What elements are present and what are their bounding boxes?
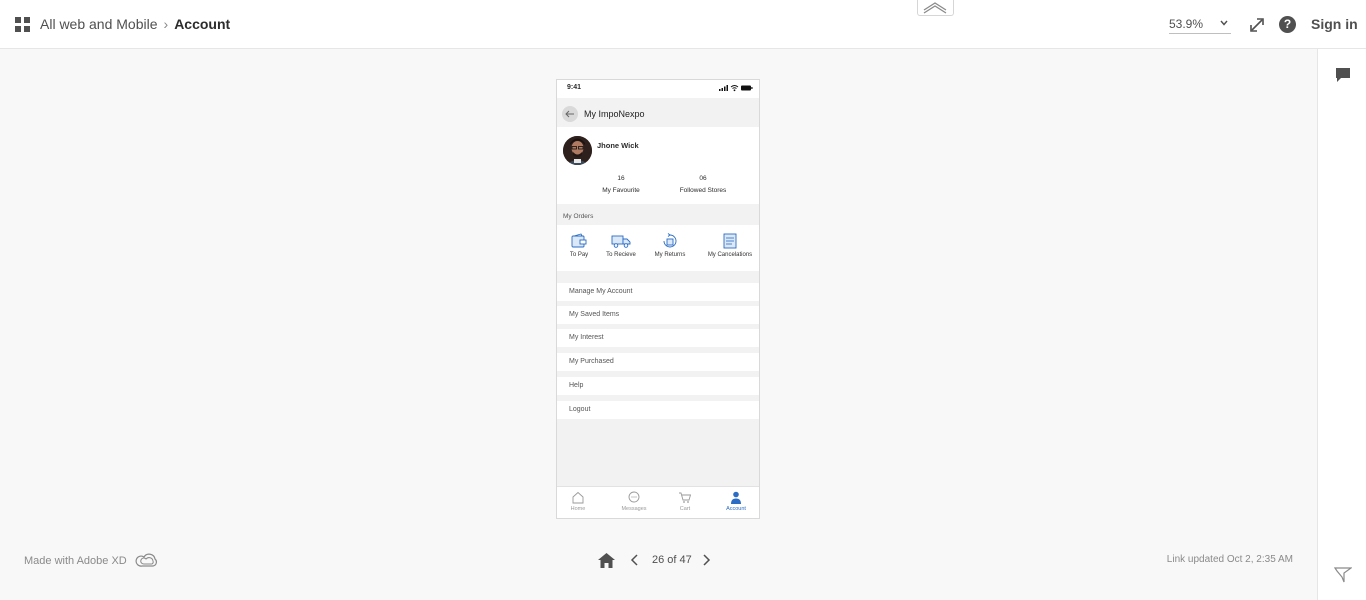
cart-icon — [679, 492, 692, 503]
order-label: To Recieve — [606, 252, 636, 258]
collapse-header-button[interactable] — [917, 0, 954, 16]
made-with-text: Made with Adobe XD — [24, 555, 127, 567]
tab-label: Account — [726, 506, 746, 512]
menu-manage-account[interactable]: Manage My Account — [557, 283, 759, 301]
artboard-preview: 9:41 My ImpoNexpo Jhone Wick 16 My Favou… — [556, 79, 760, 519]
pager: 26 of 47 — [597, 550, 711, 570]
comment-icon[interactable] — [1335, 67, 1351, 83]
flag-icon[interactable] — [1334, 567, 1352, 583]
breadcrumb-current: Account — [174, 16, 231, 32]
menu-my-purchased[interactable]: My Purchased — [557, 353, 759, 371]
stat-value: 06 — [699, 175, 707, 182]
arrow-left-icon — [565, 110, 574, 118]
user-photo — [563, 136, 592, 165]
tab-label: Cart — [679, 506, 691, 512]
orders-heading: My Orders — [563, 213, 594, 220]
tab-label: Messages — [621, 506, 647, 512]
sign-in-button[interactable]: Sign in — [1311, 16, 1358, 32]
order-label: To Pay — [569, 252, 589, 258]
top-bar: All web and Mobile › Account 53.9% ? Sig… — [0, 0, 1366, 49]
tab-messages[interactable]: Messages — [617, 491, 651, 512]
chevron-right-icon: › — [163, 16, 169, 32]
home-icon — [572, 491, 584, 504]
tab-cart[interactable]: Cart — [675, 491, 695, 512]
status-time: 9:41 — [567, 84, 582, 91]
breadcrumb-parent[interactable]: All web and Mobile — [40, 16, 158, 32]
status-icons — [719, 85, 753, 92]
order-to-recieve[interactable]: To Recieve — [603, 233, 639, 258]
orders-row: To Pay To Recieve My Returns My Cancelat… — [557, 225, 759, 271]
status-bar: 9:41 — [557, 80, 759, 98]
menu-help[interactable]: Help — [557, 377, 759, 395]
home-icon[interactable] — [597, 552, 616, 569]
chevron-right-icon[interactable] — [701, 553, 711, 567]
menu-saved-items[interactable]: My Saved Items — [557, 306, 759, 324]
stat-favourite[interactable]: 16 My Favourite — [591, 173, 651, 197]
stat-label: My Favourite — [602, 187, 640, 194]
creative-cloud-icon — [135, 553, 157, 567]
avatar[interactable] — [563, 136, 592, 165]
back-button[interactable] — [562, 106, 578, 122]
order-my-returns[interactable]: My Returns — [650, 233, 690, 258]
tab-account[interactable]: Account — [721, 491, 751, 512]
messages-icon — [628, 491, 640, 503]
link-updated-label: Link updated Oct 2, 2:35 AM — [1166, 554, 1293, 565]
phone-title: My ImpoNexpo — [584, 109, 645, 119]
order-label: My Cancelations — [707, 252, 753, 258]
chevron-down-icon — [1220, 20, 1228, 26]
wallet-icon — [571, 233, 587, 248]
double-chevron-up-icon — [923, 2, 947, 14]
help-icon[interactable]: ? — [1279, 16, 1296, 33]
order-to-pay[interactable]: To Pay — [565, 233, 593, 258]
breadcrumb: All web and Mobile › Account — [40, 16, 230, 32]
grid-icon[interactable] — [15, 17, 30, 32]
stat-followed-stores[interactable]: 06 Followed Stores — [671, 173, 735, 197]
stat-value: 16 — [617, 175, 625, 182]
account-icon — [731, 491, 741, 504]
profile-card: Jhone Wick 16 My Favourite 06 Followed S… — [557, 127, 759, 204]
stat-label: Followed Stores — [679, 187, 727, 194]
truck-icon — [611, 235, 631, 248]
made-with-label: Made with Adobe XD — [24, 553, 159, 569]
zoom-select[interactable]: 53.9% — [1169, 15, 1231, 34]
order-label: My Returns — [654, 252, 686, 258]
phone-tab-bar: Home Messages Cart Account — [557, 486, 759, 518]
menu-logout[interactable]: Logout — [557, 401, 759, 419]
tab-label: Home — [570, 506, 586, 512]
tab-home[interactable]: Home — [567, 491, 589, 512]
page-indicator: 26 of 47 — [652, 554, 692, 566]
order-my-cancelations[interactable]: My Cancelations — [702, 233, 758, 258]
cancel-box-icon — [723, 233, 737, 249]
phone-navbar: My ImpoNexpo — [557, 98, 759, 127]
fullscreen-icon[interactable] — [1248, 16, 1266, 34]
right-rail — [1317, 49, 1366, 600]
chevron-left-icon[interactable] — [630, 553, 640, 567]
zoom-value: 53.9% — [1169, 17, 1204, 31]
return-icon — [663, 233, 677, 248]
menu-my-interest[interactable]: My Interest — [557, 329, 759, 347]
user-name: Jhone Wick — [597, 141, 639, 150]
